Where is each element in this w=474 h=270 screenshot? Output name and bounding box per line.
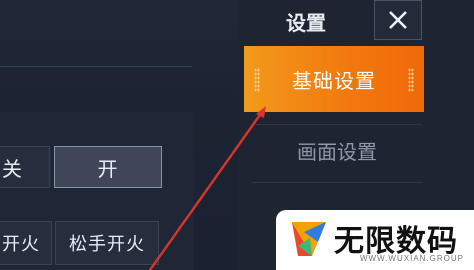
toggle-off-label: 关: [2, 156, 23, 181]
watermark-logo-icon: [292, 222, 326, 256]
toggle-on-button[interactable]: 开: [54, 146, 162, 188]
fire-release-label: 松手开火: [69, 234, 145, 255]
grip-left-icon: [254, 68, 260, 92]
menu-item-display-settings[interactable]: 画面设置: [252, 130, 422, 170]
toggle-off-button[interactable]: 关: [0, 146, 50, 188]
toggle-on-label: 开: [97, 156, 119, 181]
grip-right-icon: [408, 68, 414, 92]
watermark-badge: 无限数码 WWW.WUXIAN.GROUP: [276, 210, 474, 270]
settings-title: 设置: [286, 10, 326, 35]
fire-release-button[interactable]: 松手开火: [55, 221, 159, 265]
fire-press-label: 开火: [2, 234, 40, 255]
menu-item-label: 基础设置: [292, 68, 376, 93]
fire-press-button[interactable]: 开火: [0, 221, 52, 265]
menu-item-basic-settings[interactable]: 基础设置: [244, 46, 424, 112]
menu-divider: [252, 182, 422, 183]
watermark-subtitle: WWW.WUXIAN.GROUP: [360, 254, 464, 263]
close-button[interactable]: [374, 0, 422, 40]
menu-divider: [252, 124, 422, 125]
section-divider: [0, 66, 192, 67]
menu-item-label: 画面设置: [297, 139, 377, 164]
close-icon: [389, 11, 407, 29]
